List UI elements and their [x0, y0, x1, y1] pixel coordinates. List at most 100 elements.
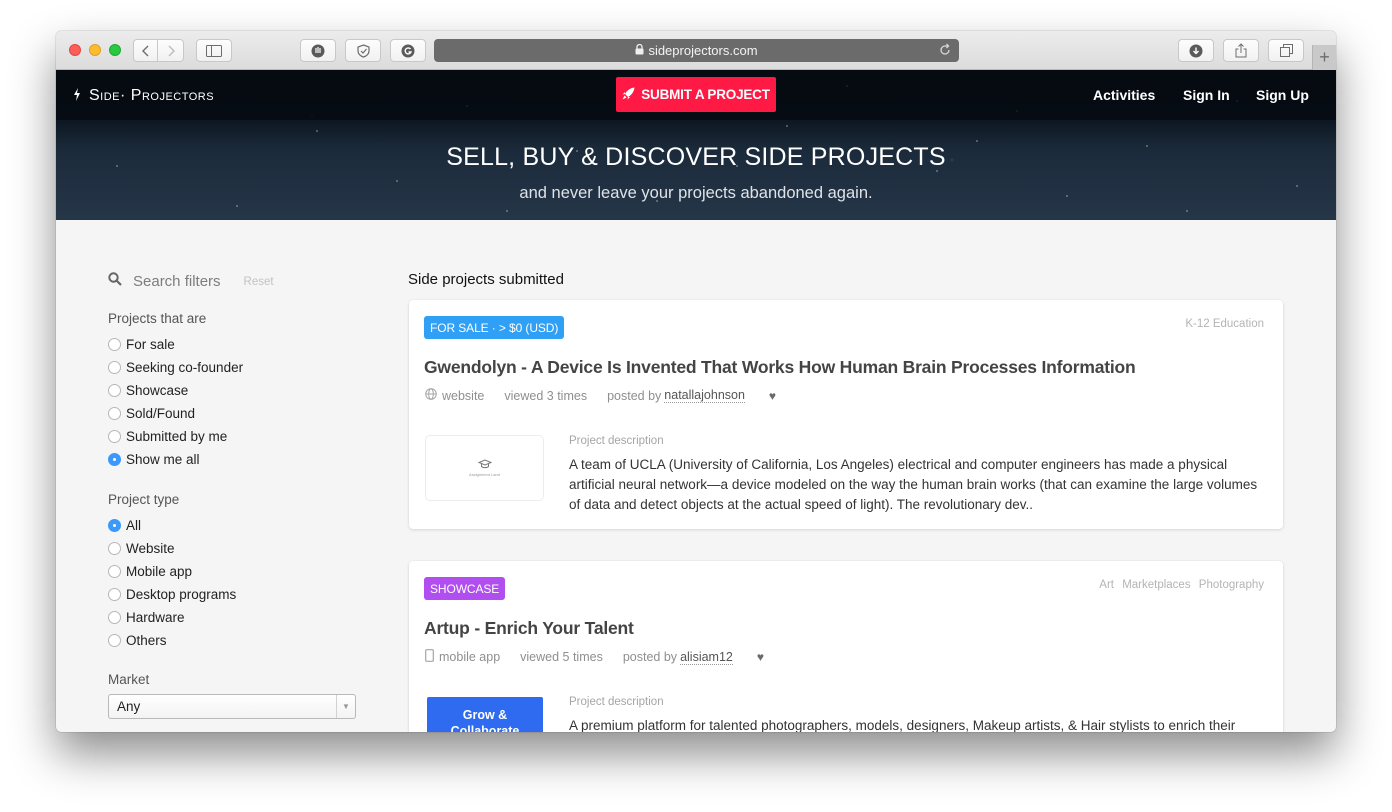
- project-card[interactable]: FOR SALE · > $0 (USD) K-12 Education Gwe…: [409, 300, 1283, 529]
- status-badge: FOR SALE · > $0 (USD): [424, 316, 565, 339]
- radio-button[interactable]: [108, 611, 121, 624]
- project-card[interactable]: SHOWCASE Art Marketplaces Photography Ar…: [409, 561, 1283, 732]
- project-title-link[interactable]: Artup - Enrich Your Talent: [424, 618, 634, 639]
- submit-project-button[interactable]: SUBMIT A PROJECT: [616, 77, 776, 112]
- status-option-seeking-cofounder[interactable]: Seeking co-founder: [108, 356, 243, 379]
- close-window-button[interactable]: [69, 44, 81, 56]
- nav-sign-up-link[interactable]: Sign Up: [1256, 87, 1309, 103]
- status-option-for-sale[interactable]: For sale: [108, 333, 243, 356]
- search-filters-label: Search filters: [133, 272, 221, 290]
- forward-button[interactable]: [158, 39, 184, 62]
- category-tag[interactable]: Marketplaces: [1122, 579, 1190, 591]
- category-tag[interactable]: K-12 Education: [1185, 318, 1264, 330]
- nav-activities-link[interactable]: Activities: [1093, 87, 1155, 103]
- category-tag[interactable]: Art: [1099, 579, 1114, 591]
- radio-button[interactable]: [108, 588, 121, 601]
- url-text: sideprojectors.com: [648, 43, 758, 58]
- status-option-sold-found[interactable]: Sold/Found: [108, 402, 243, 425]
- hero-subtitle: and never leave your projects abandoned …: [519, 184, 873, 202]
- top-navbar: Side· Projectors SUBMIT A PROJECT Activi…: [56, 70, 1336, 120]
- type-option-website[interactable]: Website: [108, 537, 236, 560]
- category-tags: Art Marketplaces Photography: [1099, 579, 1264, 591]
- type-option-mobile-app[interactable]: Mobile app: [108, 560, 236, 583]
- radio-button[interactable]: [108, 407, 121, 420]
- shield-hand-icon: [311, 44, 325, 58]
- category-tag[interactable]: Photography: [1199, 579, 1264, 591]
- site-logo[interactable]: Side· Projectors: [73, 87, 214, 105]
- radio-button-checked[interactable]: [108, 453, 121, 466]
- radio-button[interactable]: [108, 634, 121, 647]
- type-filter-label: Project type: [108, 492, 180, 507]
- radio-button[interactable]: [108, 384, 121, 397]
- section-title: Side projects submitted: [408, 271, 564, 288]
- heart-icon[interactable]: ♥: [769, 389, 776, 403]
- radio-button-checked[interactable]: [108, 519, 121, 532]
- shield-check-icon: [356, 43, 370, 58]
- back-button[interactable]: [133, 39, 158, 62]
- radio-button[interactable]: [108, 542, 121, 555]
- new-tab-button[interactable]: +: [1312, 45, 1336, 70]
- bolt-icon: [73, 88, 81, 104]
- download-icon: [1189, 44, 1203, 58]
- share-icon: [1235, 43, 1247, 58]
- minimize-window-button[interactable]: [89, 44, 101, 56]
- type-option-desktop-programs[interactable]: Desktop programs: [108, 583, 236, 606]
- status-filter-label: Projects that are: [108, 311, 207, 326]
- type-option-all[interactable]: All: [108, 514, 236, 537]
- nav-sign-in-link[interactable]: Sign In: [1183, 87, 1230, 103]
- hero-title: SELL, BUY & DISCOVER SIDE PROJECTS: [446, 143, 946, 171]
- category-tags: K-12 Education: [1185, 318, 1264, 330]
- chevron-right-icon: [167, 45, 175, 57]
- extension-button-2[interactable]: [345, 39, 381, 62]
- reload-icon[interactable]: [939, 43, 951, 59]
- description-label: Project description: [569, 435, 664, 447]
- radio-button[interactable]: [108, 565, 121, 578]
- posted-by-label: posted by: [607, 388, 662, 403]
- project-thumbnail[interactable]: Grow & Collaborate: [427, 697, 543, 732]
- extension-button-3[interactable]: [390, 39, 426, 62]
- status-option-showcase[interactable]: Showcase: [108, 379, 243, 402]
- thumbnail-caption: Assignment Land: [469, 472, 500, 477]
- status-option-submitted-by-me[interactable]: Submitted by me: [108, 425, 243, 448]
- status-badge: SHOWCASE: [424, 577, 506, 600]
- mobile-icon: [425, 649, 434, 665]
- project-meta: mobile app viewed 5 times posted by alis…: [425, 649, 764, 665]
- radio-button[interactable]: [108, 361, 121, 374]
- project-thumbnail[interactable]: Assignment Land: [425, 435, 544, 501]
- submit-project-label: SUBMIT A PROJECT: [641, 87, 770, 102]
- project-type: mobile app: [439, 650, 501, 664]
- type-filter-group: Project type All Website Mobile app Desk…: [108, 492, 236, 652]
- zoom-window-button[interactable]: [109, 44, 121, 56]
- browser-window: sideprojectors.com + Side· Projectors SU…: [56, 31, 1336, 732]
- type-option-others[interactable]: Others: [108, 629, 236, 652]
- market-filter-label: Market: [108, 672, 150, 687]
- rocket-icon: [622, 87, 635, 103]
- author-link[interactable]: alisiam12: [680, 650, 733, 665]
- globe-icon: [425, 388, 437, 403]
- heart-icon[interactable]: ♥: [757, 650, 764, 664]
- type-option-hardware[interactable]: Hardware: [108, 606, 236, 629]
- share-button[interactable]: [1223, 39, 1259, 62]
- status-option-show-me-all[interactable]: Show me all: [108, 448, 243, 471]
- market-select[interactable]: Any ▼: [108, 694, 356, 719]
- show-tabs-button[interactable]: [1268, 39, 1304, 62]
- project-description: A team of UCLA (University of California…: [569, 457, 1258, 512]
- downloads-button[interactable]: [1178, 39, 1214, 62]
- project-description: A premium platform for talented photogra…: [569, 718, 1236, 732]
- graduation-cap-icon: [477, 459, 492, 472]
- search-filters-header: Search filters Reset: [108, 271, 358, 291]
- reset-filters-link[interactable]: Reset: [244, 276, 274, 288]
- address-bar[interactable]: sideprojectors.com: [434, 39, 959, 62]
- author-link[interactable]: natallajohnson: [664, 388, 745, 403]
- plus-icon: +: [1319, 47, 1330, 67]
- extension-button-1[interactable]: [300, 39, 336, 62]
- view-count: viewed 5 times: [520, 650, 603, 664]
- show-sidebar-button[interactable]: [196, 39, 232, 62]
- radio-button[interactable]: [108, 338, 121, 351]
- view-count: viewed 3 times: [504, 388, 588, 403]
- project-title-link[interactable]: Gwendolyn - A Device Is Invented That Wo…: [424, 357, 1136, 378]
- site-header: Side· Projectors SUBMIT A PROJECT Activi…: [56, 70, 1336, 220]
- chevron-down-icon[interactable]: ▼: [336, 695, 355, 718]
- radio-button[interactable]: [108, 430, 121, 443]
- lock-icon: [635, 43, 644, 58]
